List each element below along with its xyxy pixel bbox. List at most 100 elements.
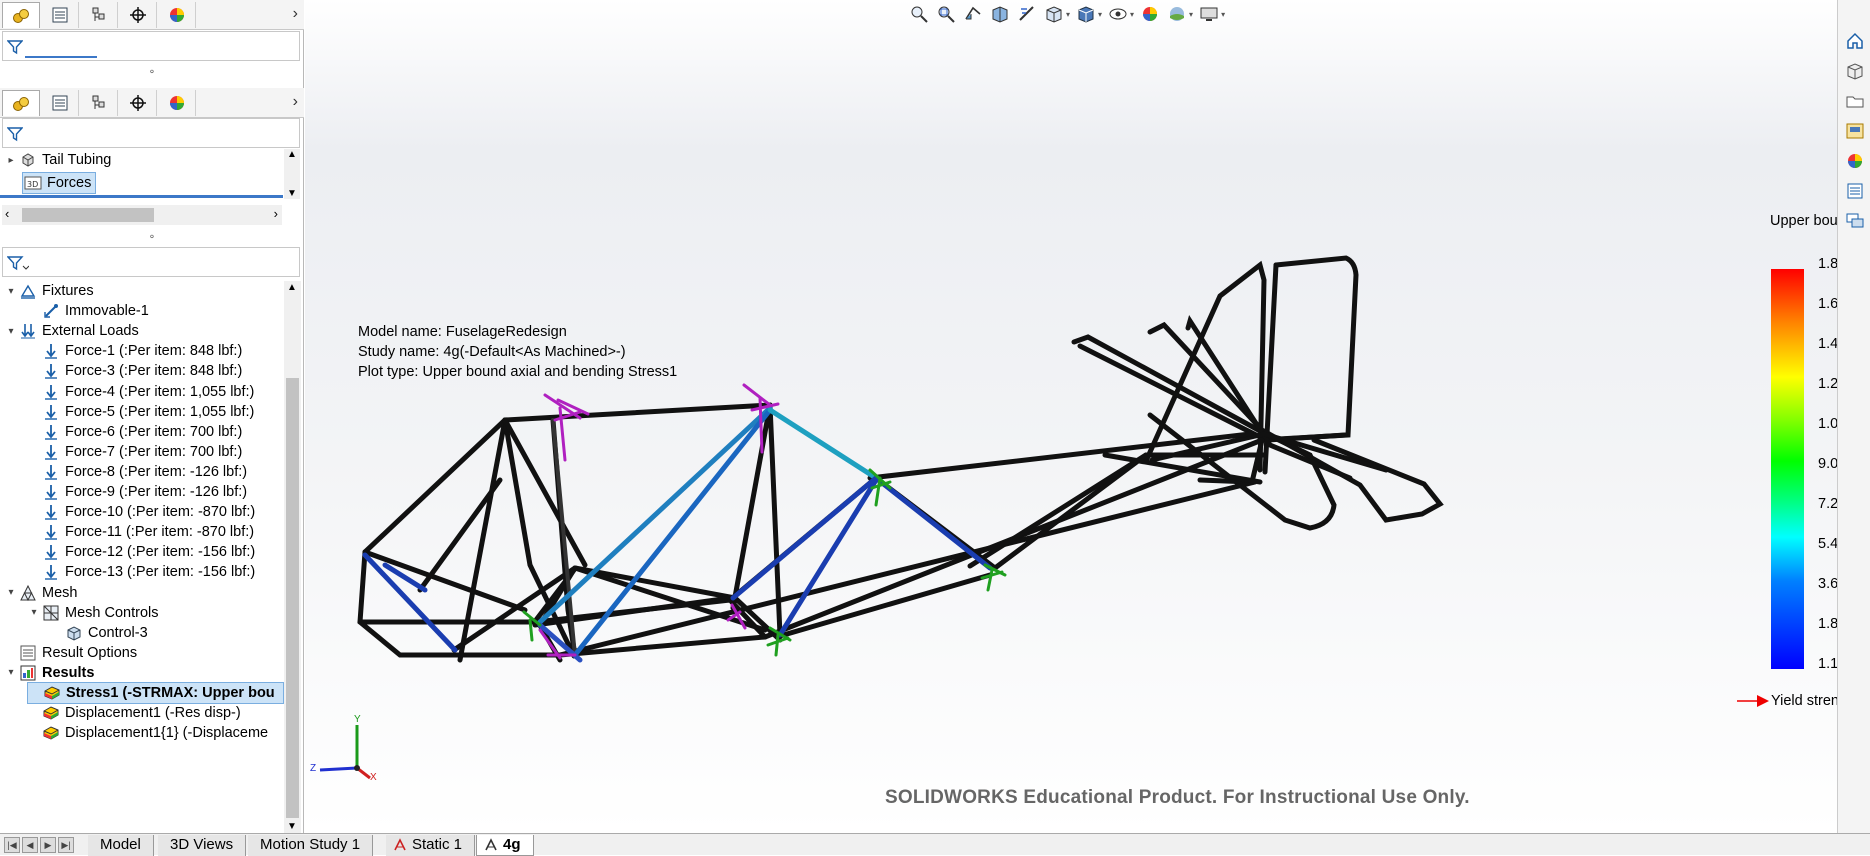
tab-scroll-right-icon[interactable]: ›: [293, 5, 298, 23]
pane-splitter-1[interactable]: ⚬: [0, 68, 304, 78]
sim-tree-item[interactable]: ▾ Fixtures: [4, 280, 94, 302]
first-tab-icon[interactable]: |◀: [4, 837, 20, 853]
sim-tree-item[interactable]: Control-3: [50, 622, 148, 644]
forum-button[interactable]: [1842, 208, 1868, 234]
scroll-down-icon[interactable]: ▼: [287, 821, 297, 832]
hscroll-thumb[interactable]: [22, 208, 154, 222]
next-tab-icon[interactable]: ▶: [40, 837, 56, 853]
configurationmanager-tab[interactable]: [80, 2, 118, 28]
sim-tree-item[interactable]: ▾ Mesh Controls: [27, 602, 158, 624]
legend-value-label: 1.817e+07: [1818, 616, 1837, 632]
force-icon: [41, 342, 61, 360]
scroll-right-icon[interactable]: ›: [274, 206, 278, 221]
manager-tabs-top: ›: [0, 0, 304, 30]
dimxpertmanager-tab-2[interactable]: [119, 90, 157, 116]
tab-motion-study-1[interactable]: Motion Study 1: [248, 835, 374, 856]
tab-model[interactable]: Model: [88, 835, 154, 856]
sim-tree-item[interactable]: Result Options: [4, 642, 137, 664]
expander-icon[interactable]: ▾: [27, 607, 41, 618]
design-library-button[interactable]: [1842, 58, 1868, 84]
sim-tree-item[interactable]: Force-10 (:Per item: -870 lbf:): [27, 501, 255, 523]
displaymanager-tab[interactable]: [158, 2, 196, 28]
sim-tree-item-label: Force-10 (:Per item: -870 lbf:): [65, 504, 256, 521]
force-icon: [41, 503, 61, 521]
expander-icon[interactable]: ▾: [4, 667, 18, 678]
sim-tree-item[interactable]: Force-3 (:Per item: 848 lbf:): [27, 360, 242, 382]
sim-tree-item[interactable]: Displacement1 (-Res disp-): [27, 702, 241, 724]
filter-dropdown-icon[interactable]: [7, 255, 29, 271]
sim-tree-item[interactable]: Force-4 (:Per item: 1,055 lbf:): [27, 381, 254, 403]
configurationmanager-tab-2[interactable]: [80, 90, 118, 116]
custom-properties-button[interactable]: [1842, 178, 1868, 204]
sim-tree-item[interactable]: Immovable-1: [27, 300, 149, 322]
tree-item-label: Forces: [47, 175, 92, 191]
tree-item-tail-tubing[interactable]: ▸ Tail Tubing: [4, 149, 111, 171]
view-palette-button[interactable]: [1842, 118, 1868, 144]
appearances-button[interactable]: [1842, 148, 1868, 174]
sim-tree-item[interactable]: Force-1 (:Per item: 848 lbf:): [27, 340, 242, 362]
sim-tree-item[interactable]: ▾ Results: [4, 662, 94, 684]
svg-text:3D: 3D: [27, 180, 38, 189]
graphics-area[interactable]: ▾ ▾ ▾ ▾ ▾ Model name: FuselageRedesign S…: [305, 0, 1837, 833]
sim-tree-item[interactable]: ▾ External Loads: [4, 320, 138, 342]
legend-value-label: 1.090e+08: [1818, 416, 1837, 432]
expander-icon[interactable]: ▸: [4, 155, 18, 166]
feature-tree-vscroll[interactable]: ▲ ▼: [284, 149, 300, 199]
vscroll-thumb[interactable]: [286, 378, 299, 818]
sim-tree-item[interactable]: Force-8 (:Per item: -126 lbf:): [27, 461, 247, 483]
simulation-tree-vscroll[interactable]: ▲ ▼: [284, 281, 301, 833]
previous-tab-icon[interactable]: ◀: [22, 837, 38, 853]
legend-value-label: 7.268e+07: [1818, 496, 1837, 512]
home-icon: [1847, 32, 1863, 49]
filter-box-middle[interactable]: [2, 118, 300, 148]
stress-colorbar[interactable]: [1771, 269, 1804, 669]
scroll-up-icon[interactable]: ▲: [287, 149, 297, 160]
propertymanager-tab[interactable]: [41, 2, 79, 28]
sim-tree-item[interactable]: Displacement1{1} (-Displaceme: [27, 722, 268, 744]
force-icon: [41, 543, 61, 561]
triad-z-label: Z: [310, 763, 316, 774]
tab-4g[interactable]: 4g: [476, 835, 534, 856]
filter-box-top[interactable]: [2, 31, 300, 61]
tab-static-1[interactable]: Static 1: [386, 835, 476, 856]
sim-tree-item[interactable]: Force-7 (:Per item: 700 lbf:): [27, 441, 242, 463]
last-tab-icon[interactable]: ▶|: [58, 837, 74, 853]
sim-tree-item[interactable]: Force-5 (:Per item: 1,055 lbf:): [27, 401, 254, 423]
pane-splitter-2[interactable]: ⚬: [0, 233, 304, 243]
propertymanager-tab-2[interactable]: [41, 90, 79, 116]
appearances-icon: [1848, 154, 1862, 168]
scroll-down-icon[interactable]: ▼: [287, 188, 297, 199]
featuremanager-tab-2[interactable]: [2, 90, 40, 116]
fixture-immovable-icon: [41, 302, 61, 320]
sim-tree-item[interactable]: Force-12 (:Per item: -156 lbf:): [27, 541, 255, 563]
expander-icon[interactable]: ▾: [4, 326, 18, 337]
expander-icon[interactable]: ▾: [4, 286, 18, 297]
tree-item-forces[interactable]: 3D Forces: [22, 172, 97, 194]
sim-tree-item[interactable]: Force-9 (:Per item: -126 lbf:): [27, 481, 247, 503]
filter-box-simulation[interactable]: [2, 247, 300, 277]
sim-tree-item[interactable]: ▾ Mesh: [4, 582, 77, 604]
sim-tree-item[interactable]: Stress1 (-STRMAX: Upper bou: [27, 682, 284, 704]
tab-scroll-right-icon-2[interactable]: ›: [293, 93, 298, 111]
home-button[interactable]: [1842, 28, 1868, 54]
sim-tree-item[interactable]: Force-13 (:Per item: -156 lbf:): [27, 561, 255, 583]
cage-members: [357, 402, 998, 663]
static-study-icon: [394, 838, 406, 851]
sim-tree-item-label: Stress1 (-STRMAX: Upper bou: [66, 685, 275, 701]
sim-tree-item[interactable]: Force-11 (:Per item: -870 lbf:): [27, 521, 254, 543]
tab-3d-views[interactable]: 3D Views: [158, 835, 247, 856]
tab-label: Static 1: [412, 836, 463, 853]
featuremanager-icon: [13, 8, 29, 23]
scroll-left-icon[interactable]: ‹: [5, 206, 9, 221]
scroll-up-icon[interactable]: ▲: [287, 282, 297, 293]
displaymanager-tab-2[interactable]: [158, 90, 196, 116]
file-explorer-button[interactable]: [1842, 88, 1868, 114]
sim-tree-item-label: Mesh Controls: [65, 604, 159, 621]
dimxpertmanager-tab[interactable]: [119, 2, 157, 28]
fuselage-frame-model[interactable]: Y Z X: [305, 0, 1837, 833]
feature-tree-hscroll[interactable]: ‹ ›: [2, 205, 282, 225]
featuremanager-tab[interactable]: [2, 2, 40, 28]
expander-icon[interactable]: ▾: [4, 587, 18, 598]
sim-tree-item-label: Fixtures: [42, 283, 94, 299]
sim-tree-item[interactable]: Force-6 (:Per item: 700 lbf:): [27, 421, 242, 443]
